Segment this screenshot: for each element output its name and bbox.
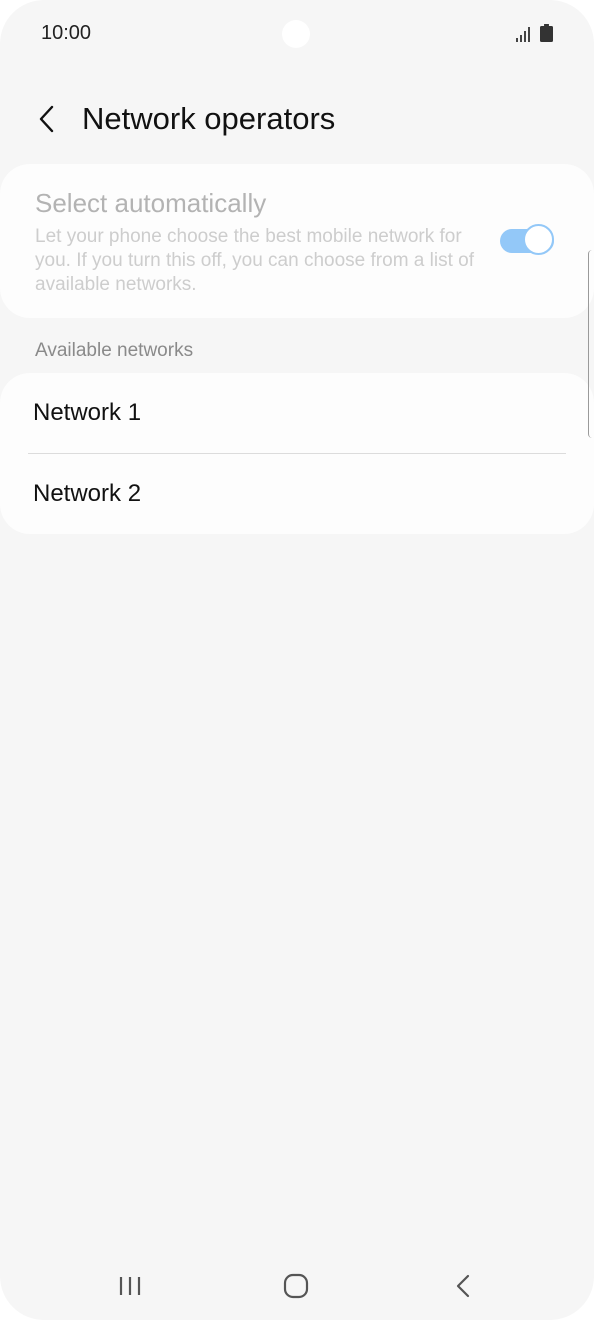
signal-icon bbox=[516, 27, 530, 42]
select-automatically-toggle[interactable] bbox=[500, 224, 556, 257]
recents-button[interactable] bbox=[100, 1264, 160, 1308]
network-label: Network 2 bbox=[33, 480, 142, 507]
available-networks-header: Available networks bbox=[35, 340, 194, 361]
back-icon bbox=[456, 1274, 470, 1298]
page-title: Network operators bbox=[82, 101, 336, 136]
select-automatically-description: Let your phone choose the best mobile ne… bbox=[35, 226, 474, 295]
network-item-2[interactable]: Network 2 bbox=[0, 454, 594, 534]
scroll-handle[interactable] bbox=[588, 250, 592, 438]
chevron-left-icon bbox=[39, 105, 54, 133]
status-time: 10:00 bbox=[41, 22, 92, 44]
select-automatically-title: Select automatically bbox=[35, 188, 267, 218]
front-camera bbox=[282, 20, 310, 48]
back-button[interactable] bbox=[28, 100, 64, 138]
toggle-knob bbox=[523, 224, 554, 255]
recents-icon bbox=[119, 1277, 141, 1295]
home-button[interactable] bbox=[266, 1264, 326, 1308]
phone-screen: 10:00 Network operators Select automatic… bbox=[0, 0, 594, 1320]
network-item-1[interactable]: Network 1 bbox=[0, 373, 594, 453]
nav-back-button[interactable] bbox=[433, 1264, 493, 1308]
network-label: Network 1 bbox=[33, 399, 142, 426]
home-icon bbox=[283, 1273, 309, 1299]
battery-icon bbox=[540, 24, 553, 42]
